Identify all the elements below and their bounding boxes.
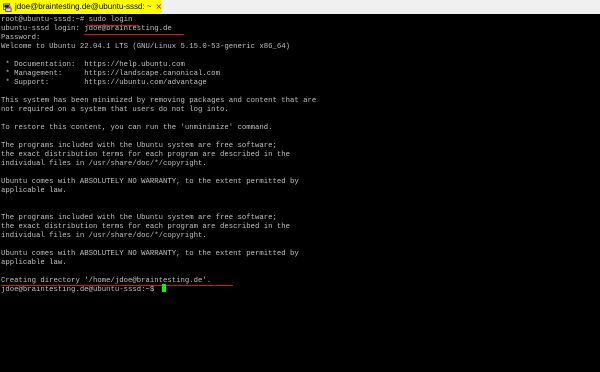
annotation-underline-creating-directory: [1, 285, 233, 286]
annotation-underline-login-user: [84, 34, 184, 35]
terminal-line: applicable law.: [1, 259, 67, 267]
terminal-line: individual files in /usr/share/doc/*/cop…: [1, 232, 207, 240]
terminal-output[interactable]: root@ubuntu-sssd:~# sudo login ubuntu-ss…: [0, 14, 600, 372]
terminal-line-welcome: Welcome to Ubuntu 22.04.1 LTS (GNU/Linux…: [1, 43, 291, 51]
window-titlebar[interactable]: jdoe@braintesting.de@ubuntu-sssd: ~ ×: [0, 0, 600, 14]
terminal-line-login-command: root@ubuntu-sssd:~# sudo login: [1, 16, 133, 24]
terminal-line: Ubuntu comes with ABSOLUTELY NO WARRANTY…: [1, 178, 299, 186]
putty-terminal-icon: [3, 3, 12, 12]
annotation-underline-sudo-login: [87, 25, 139, 26]
terminal-line: individual files in /usr/share/doc/*/cop…: [1, 160, 207, 168]
terminal-line-login-prompt: ubuntu-sssd login: jdoe@braintesting.de: [1, 25, 172, 33]
terminal-line: This system has been minimized by removi…: [1, 97, 317, 105]
terminal-line: The programs included with the Ubuntu sy…: [1, 142, 277, 150]
terminal-line: not required on a system that users do n…: [1, 106, 229, 114]
window-title-tab[interactable]: jdoe@braintesting.de@ubuntu-sssd: ~ ×: [0, 0, 162, 14]
terminal-line-documentation: * Documentation: https://help.ubuntu.com: [1, 61, 185, 69]
terminal-line: To restore this content, you can run the…: [1, 124, 273, 132]
terminal-line: the exact distribution terms for each pr…: [1, 223, 291, 231]
terminal-line-support: * Support: https://ubuntu.com/advantage: [1, 79, 207, 87]
close-icon[interactable]: ×: [156, 0, 163, 14]
terminal-cursor: [162, 284, 166, 292]
terminal-line: applicable law.: [1, 187, 67, 195]
terminal-line: Ubuntu comes with ABSOLUTELY NO WARRANTY…: [1, 250, 299, 258]
terminal-line: the exact distribution terms for each pr…: [1, 151, 291, 159]
terminal-line-password: Password:: [1, 34, 41, 42]
terminal-shell-prompt: jdoe@braintesting.de@ubuntu-sssd:~$: [1, 286, 159, 294]
terminal-line-management: * Management: https://landscape.canonica…: [1, 70, 220, 78]
terminal-line: The programs included with the Ubuntu sy…: [1, 214, 277, 222]
window-title: jdoe@braintesting.de@ubuntu-sssd: ~: [15, 2, 152, 11]
